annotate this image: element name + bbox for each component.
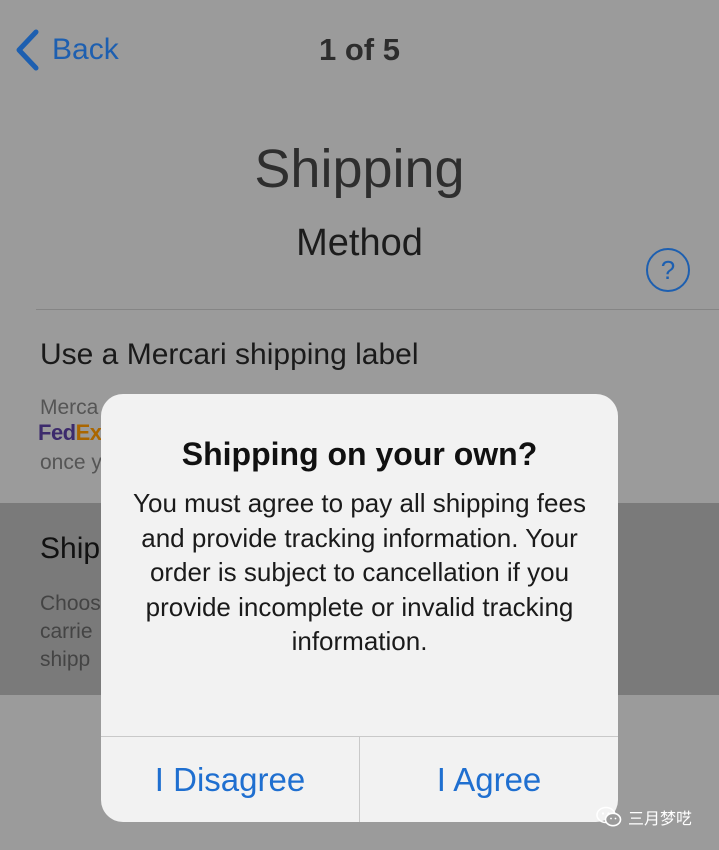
- disagree-button[interactable]: I Disagree: [101, 737, 359, 822]
- alert-message: You must agree to pay all shipping fees …: [133, 488, 586, 656]
- page-title: Shipping: [254, 139, 465, 199]
- option-description: once y: [40, 451, 102, 474]
- watermark-text: 三月梦呓: [628, 811, 693, 828]
- watermark: 三月梦呓: [596, 805, 692, 829]
- alert-title: Shipping on your own?: [181, 436, 538, 472]
- option-title: Ship: [40, 532, 101, 565]
- fedex-logo: FedEx: [38, 420, 102, 445]
- option-description: Choos carrie shipp: [40, 592, 101, 671]
- option-description: Merca: [40, 396, 99, 419]
- option-title: Use a Mercari shipping label: [40, 338, 419, 371]
- help-icon[interactable]: ?: [646, 248, 690, 292]
- alert-dialog: Shipping on your own? You must agree to …: [101, 394, 618, 822]
- page-subtitle: Method: [296, 222, 423, 264]
- divider: [36, 309, 719, 310]
- agree-button[interactable]: I Agree: [360, 737, 618, 822]
- step-indicator: 1 of 5: [319, 32, 400, 67]
- wechat-icon: [596, 806, 622, 827]
- screen: Back 1 of 5 Shipping Method ? Use a Merc…: [0, 0, 719, 850]
